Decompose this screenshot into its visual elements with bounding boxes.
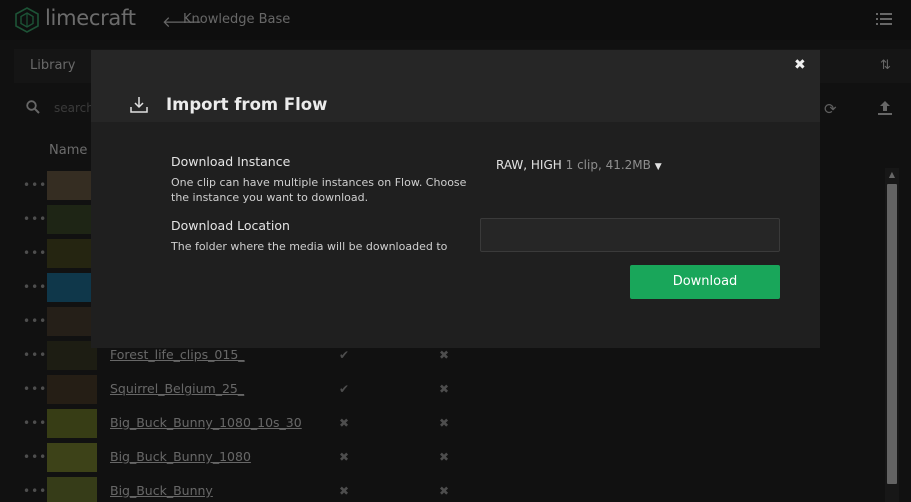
dialog-header: ✖ Import from Flow — [91, 50, 820, 122]
download-instance-label: Download Instance — [171, 154, 291, 169]
download-button[interactable]: Download — [630, 265, 780, 299]
instance-meta: 1 clip, 41.2MB — [565, 158, 651, 172]
import-from-flow-dialog: ✖ Import from Flow Download Instance One… — [91, 50, 820, 348]
download-instance-hint: One clip can have multiple instances on … — [171, 176, 467, 204]
dialog-body: Download Instance One clip can have mult… — [91, 122, 820, 348]
close-icon[interactable]: ✖ — [794, 57, 806, 73]
dialog-title: Import from Flow — [166, 95, 328, 114]
download-location-input[interactable] — [480, 218, 780, 252]
download-location-label: Download Location — [171, 218, 290, 233]
import-download-icon — [130, 97, 148, 113]
instance-select[interactable]: RAW, HIGH 1 clip, 41.2MB ▼ — [496, 158, 662, 172]
app-window: limecraft 🡐 Knowledge Base Library ⇅ ⟳ N… — [0, 0, 911, 502]
instance-value: RAW, HIGH — [496, 158, 562, 172]
download-location-hint: The folder where the media will be downl… — [171, 240, 448, 253]
caret-down-icon: ▼ — [654, 162, 662, 172]
